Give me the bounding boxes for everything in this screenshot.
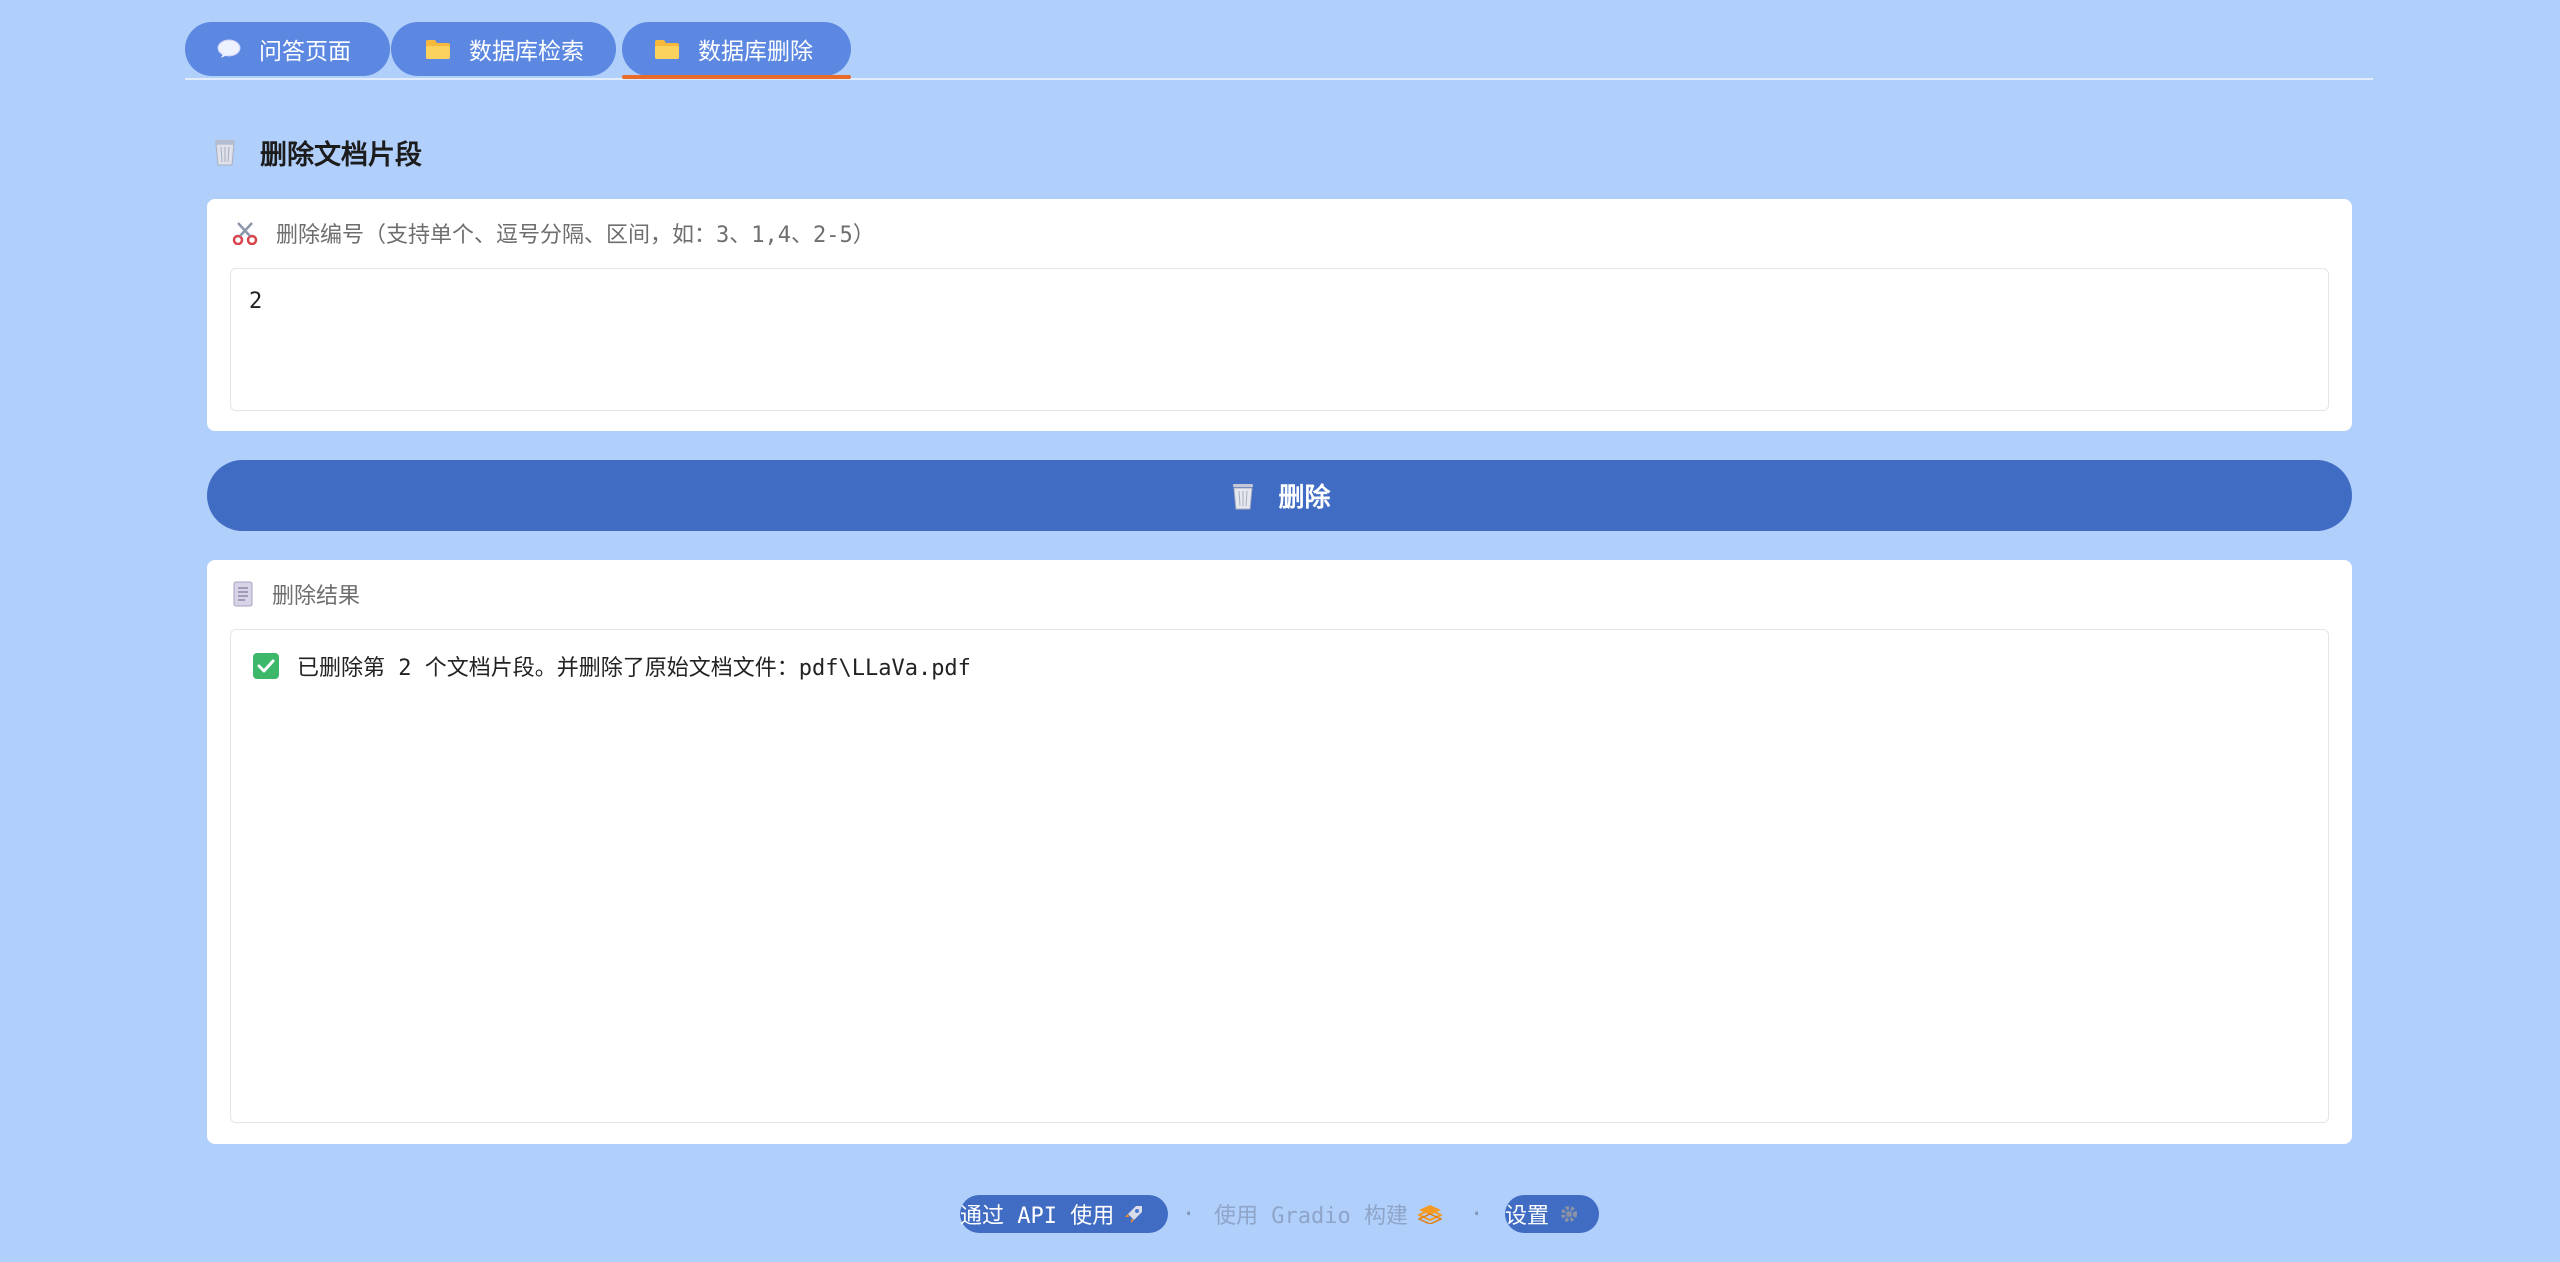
gear-icon xyxy=(1559,1204,1579,1224)
tab-bar: 问答页面 数据库检索 数据库删除 xyxy=(185,22,2373,80)
section-title-text: 删除文档片段 xyxy=(260,139,422,171)
folder-icon xyxy=(425,38,451,60)
delete-result-label-text: 删除结果 xyxy=(272,584,361,609)
built-with-gradio-link[interactable]: 使用 Gradio 构建 xyxy=(1214,1195,1442,1233)
delete-id-input[interactable]: 2 xyxy=(231,269,2328,410)
delete-id-textbox: 2 xyxy=(230,268,2329,411)
wastebasket-icon xyxy=(210,137,240,167)
tab-db-search[interactable]: 数据库检索 xyxy=(391,22,616,76)
folder-icon xyxy=(654,38,680,60)
gradio-logo-icon xyxy=(1417,1204,1442,1224)
delete-button[interactable]: 删除 xyxy=(207,460,2352,531)
result-message: 已删除第 2 个文档片段。并删除了原始文档文件：pdf\LLaVa.pdf xyxy=(253,650,971,682)
footer: 通过 API 使用 · 使用 Gradio 构建 · 设置 xyxy=(0,1195,2560,1233)
delete-id-label-text: 删除编号（支持单个、逗号分隔、区间，如：3、1,4、2-5） xyxy=(276,223,875,248)
settings-label: 设置 xyxy=(1505,1204,1550,1229)
wastebasket-icon xyxy=(1228,481,1258,511)
settings-link[interactable]: 设置 xyxy=(1505,1195,1599,1233)
scissors-icon xyxy=(232,221,258,245)
use-via-api-link[interactable]: 通过 API 使用 xyxy=(960,1195,1168,1233)
section-title: 删除文档片段 xyxy=(210,132,422,172)
delete-id-panel: 删除编号（支持单个、逗号分隔、区间，如：3、1,4、2-5） 2 xyxy=(207,199,2352,431)
use-via-api-label: 通过 API 使用 xyxy=(960,1204,1115,1229)
delete-result-textbox: 已删除第 2 个文档片段。并删除了原始文档文件：pdf\LLaVa.pdf xyxy=(230,629,2329,1123)
footer-separator: · xyxy=(1182,1201,1196,1227)
speech-bubble-icon xyxy=(217,39,241,59)
rocket-icon xyxy=(1124,1204,1144,1224)
tab-db-delete[interactable]: 数据库删除 xyxy=(622,22,851,79)
result-message-text: 已删除第 2 个文档片段。并删除了原始文档文件：pdf\LLaVa.pdf xyxy=(297,656,971,681)
built-with-gradio-label: 使用 Gradio 构建 xyxy=(1214,1204,1408,1229)
delete-result-label: 删除结果 xyxy=(232,576,360,612)
tab-label: 数据库删除 xyxy=(698,39,813,65)
tab-label: 问答页面 xyxy=(259,39,351,65)
tab-qa-page[interactable]: 问答页面 xyxy=(185,22,390,76)
tab-label: 数据库检索 xyxy=(469,39,584,65)
check-mark-icon xyxy=(253,653,279,679)
delete-button-label: 删除 xyxy=(1278,483,1331,513)
footer-separator: · xyxy=(1470,1201,1484,1227)
page-icon xyxy=(232,581,254,607)
delete-result-panel: 删除结果 已删除第 2 个文档片段。并删除了原始文档文件：pdf\LLaVa.p… xyxy=(207,560,2352,1144)
delete-id-label: 删除编号（支持单个、逗号分隔、区间，如：3、1,4、2-5） xyxy=(232,215,875,251)
